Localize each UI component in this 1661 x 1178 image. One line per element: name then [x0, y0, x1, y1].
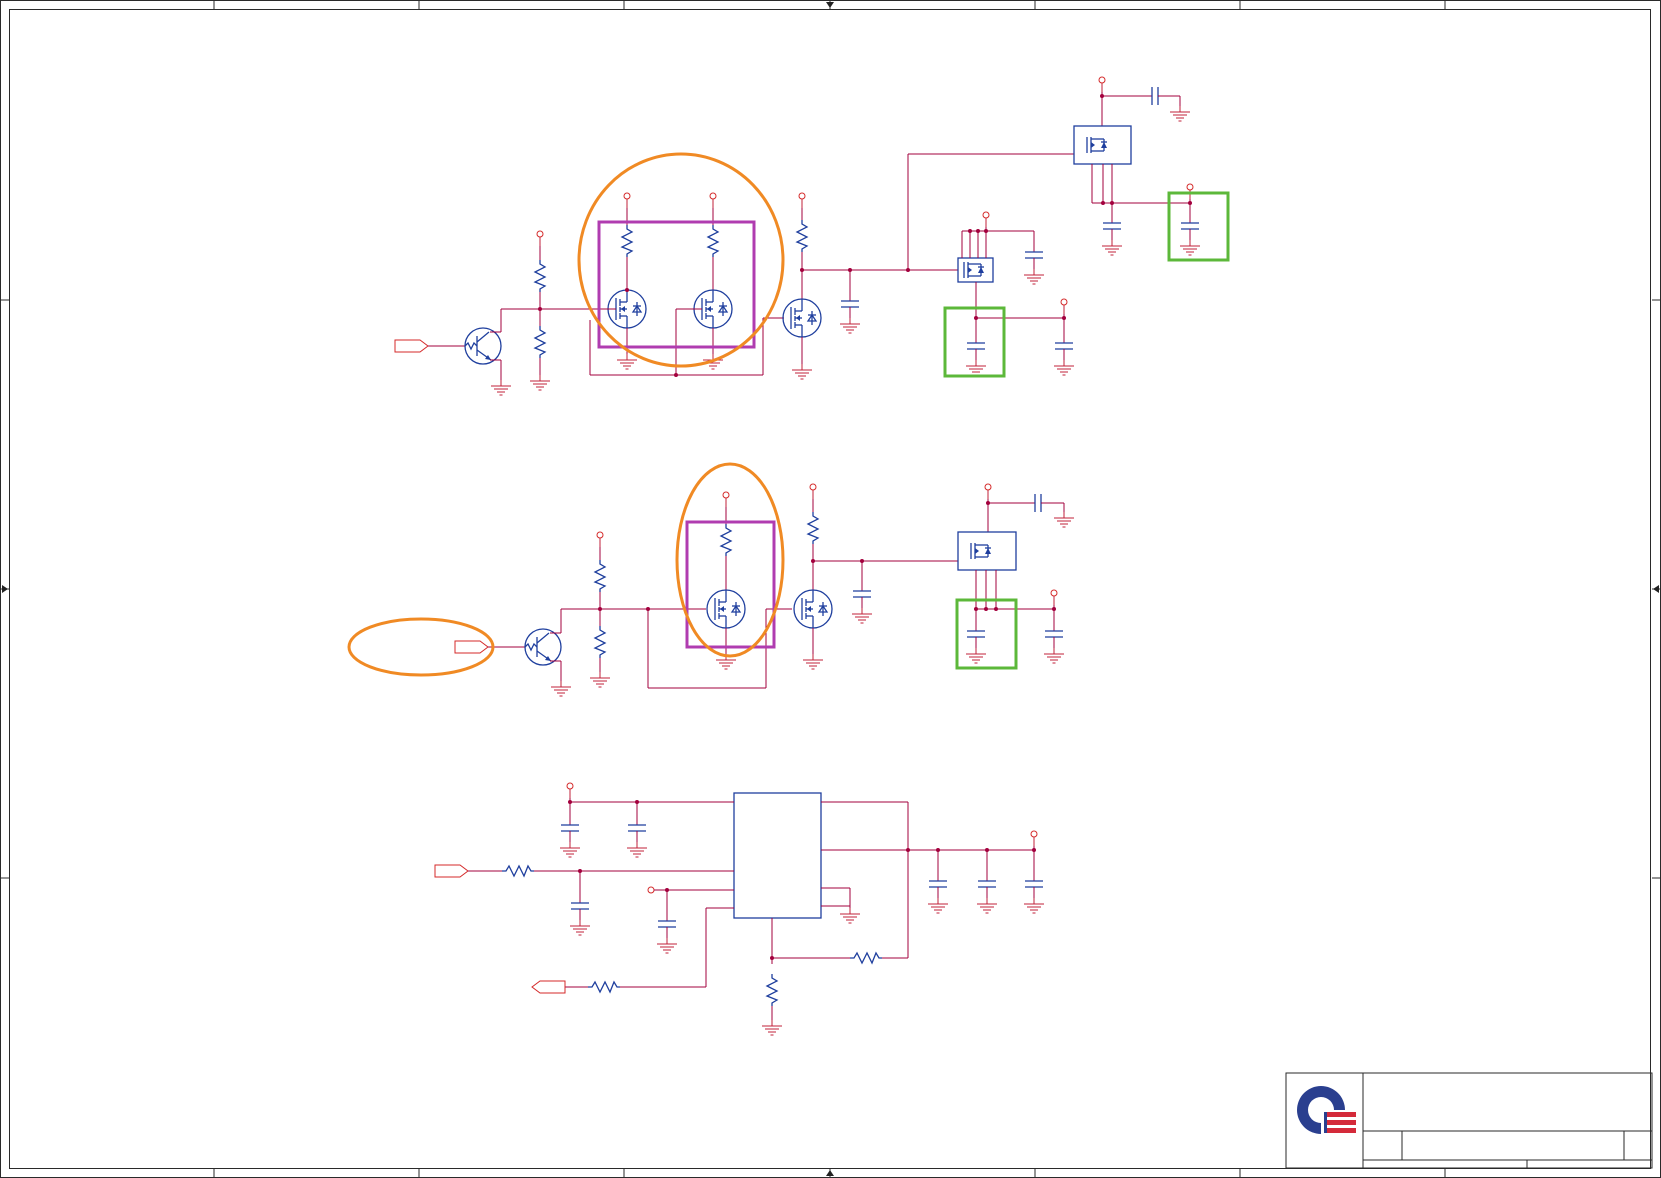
ground-symbol [1053, 511, 1075, 528]
annotation-highlights [347, 152, 1230, 677]
circuit-block-bottom [434, 782, 1045, 1036]
circuit-block-middle [454, 483, 1075, 697]
regulator-ic [733, 792, 822, 919]
mosfet-q4 [782, 298, 822, 338]
load-switch-ic [957, 257, 994, 283]
capacitor [852, 579, 872, 609]
ground-symbol [490, 379, 512, 396]
ground-symbol [839, 907, 861, 924]
pmos-symbol [963, 261, 985, 279]
capacitor [1023, 493, 1053, 513]
capacitor [1140, 86, 1170, 106]
power-rail-symbol [566, 782, 574, 799]
test-point [647, 886, 655, 894]
capacitor [657, 909, 677, 939]
resistor [796, 219, 808, 253]
ground-symbol [1023, 897, 1045, 914]
sheet-border [0, 0, 1661, 1178]
mosfet-q7 [793, 589, 833, 629]
capacitor [627, 813, 647, 843]
resistor [621, 224, 633, 258]
power-rail-symbol [623, 192, 631, 209]
ground-symbol [976, 897, 998, 914]
power-rail-symbol [982, 211, 990, 228]
title-block [1285, 1072, 1653, 1169]
power-rail-symbol [809, 483, 817, 500]
capacitor [966, 331, 986, 361]
capacitor [977, 869, 997, 899]
ground-symbol [559, 841, 581, 858]
power-rail-symbol [798, 192, 806, 209]
ground-symbol [569, 919, 591, 936]
ground-symbol [656, 937, 678, 954]
ground-symbol [802, 653, 824, 670]
npn-transistor-q5 [524, 628, 562, 666]
ground-symbol [839, 317, 861, 334]
capacitor [1102, 211, 1122, 241]
company-logo [1297, 1086, 1356, 1136]
resistor [534, 325, 546, 359]
ground-symbol [529, 374, 551, 391]
ground-symbol [550, 680, 572, 697]
mosfet-q6 [706, 589, 746, 629]
power-rail-symbol [596, 531, 604, 548]
capacitor [1044, 619, 1064, 649]
capacitor [928, 869, 948, 899]
power-rail-symbol [984, 483, 992, 500]
ground-symbol [1053, 359, 1075, 376]
capacitor [1180, 211, 1200, 241]
ground-symbol [1023, 268, 1045, 285]
ground-symbol [1043, 647, 1065, 664]
ground-symbol [1179, 239, 1201, 256]
capacitor [840, 289, 860, 319]
power-rail-symbol [1098, 76, 1106, 93]
resistor [594, 559, 606, 593]
ground-symbol [626, 841, 648, 858]
pmos-symbol [1086, 136, 1108, 154]
power-rail-symbol [722, 491, 730, 508]
power-rail-symbol [1060, 298, 1068, 315]
power-rail-symbol [1050, 589, 1058, 606]
npn-transistor-q1 [464, 327, 502, 365]
resistor [807, 511, 819, 545]
ground-symbol [927, 897, 949, 914]
resistor [594, 625, 606, 659]
ground-symbol [589, 671, 611, 688]
resistor [849, 952, 883, 964]
capacitor [570, 891, 590, 921]
capacitor [560, 813, 580, 843]
resistor [587, 981, 621, 993]
ground-symbol [851, 607, 873, 624]
ground-symbol [761, 1019, 783, 1036]
ground-symbol [965, 647, 987, 664]
capacitor [966, 619, 986, 649]
highlight-ellipse-dual-mosfet [577, 152, 785, 368]
ground-symbol [965, 359, 987, 376]
resistor [720, 523, 732, 557]
power-rail-symbol [709, 192, 717, 209]
circuit-block-top [394, 76, 1201, 396]
resistor [501, 865, 535, 877]
input-port-3 [434, 864, 469, 878]
input-port-1 [394, 339, 429, 353]
power-rail-symbol [1030, 830, 1038, 847]
power-rail-symbol [536, 230, 544, 247]
output-port [531, 980, 566, 994]
resistor [707, 224, 719, 258]
schematic-sheet [0, 0, 1661, 1178]
ground-symbol [1101, 239, 1123, 256]
capacitor [1024, 869, 1044, 899]
capacitor [1024, 240, 1044, 270]
ground-symbol [791, 363, 813, 380]
pmos-symbol [970, 542, 992, 560]
input-port-2 [454, 640, 489, 654]
resistor [534, 259, 546, 293]
capacitor [1054, 331, 1074, 361]
ground-symbol [616, 353, 638, 370]
resistor [766, 973, 778, 1007]
ground-symbol [1169, 105, 1191, 122]
